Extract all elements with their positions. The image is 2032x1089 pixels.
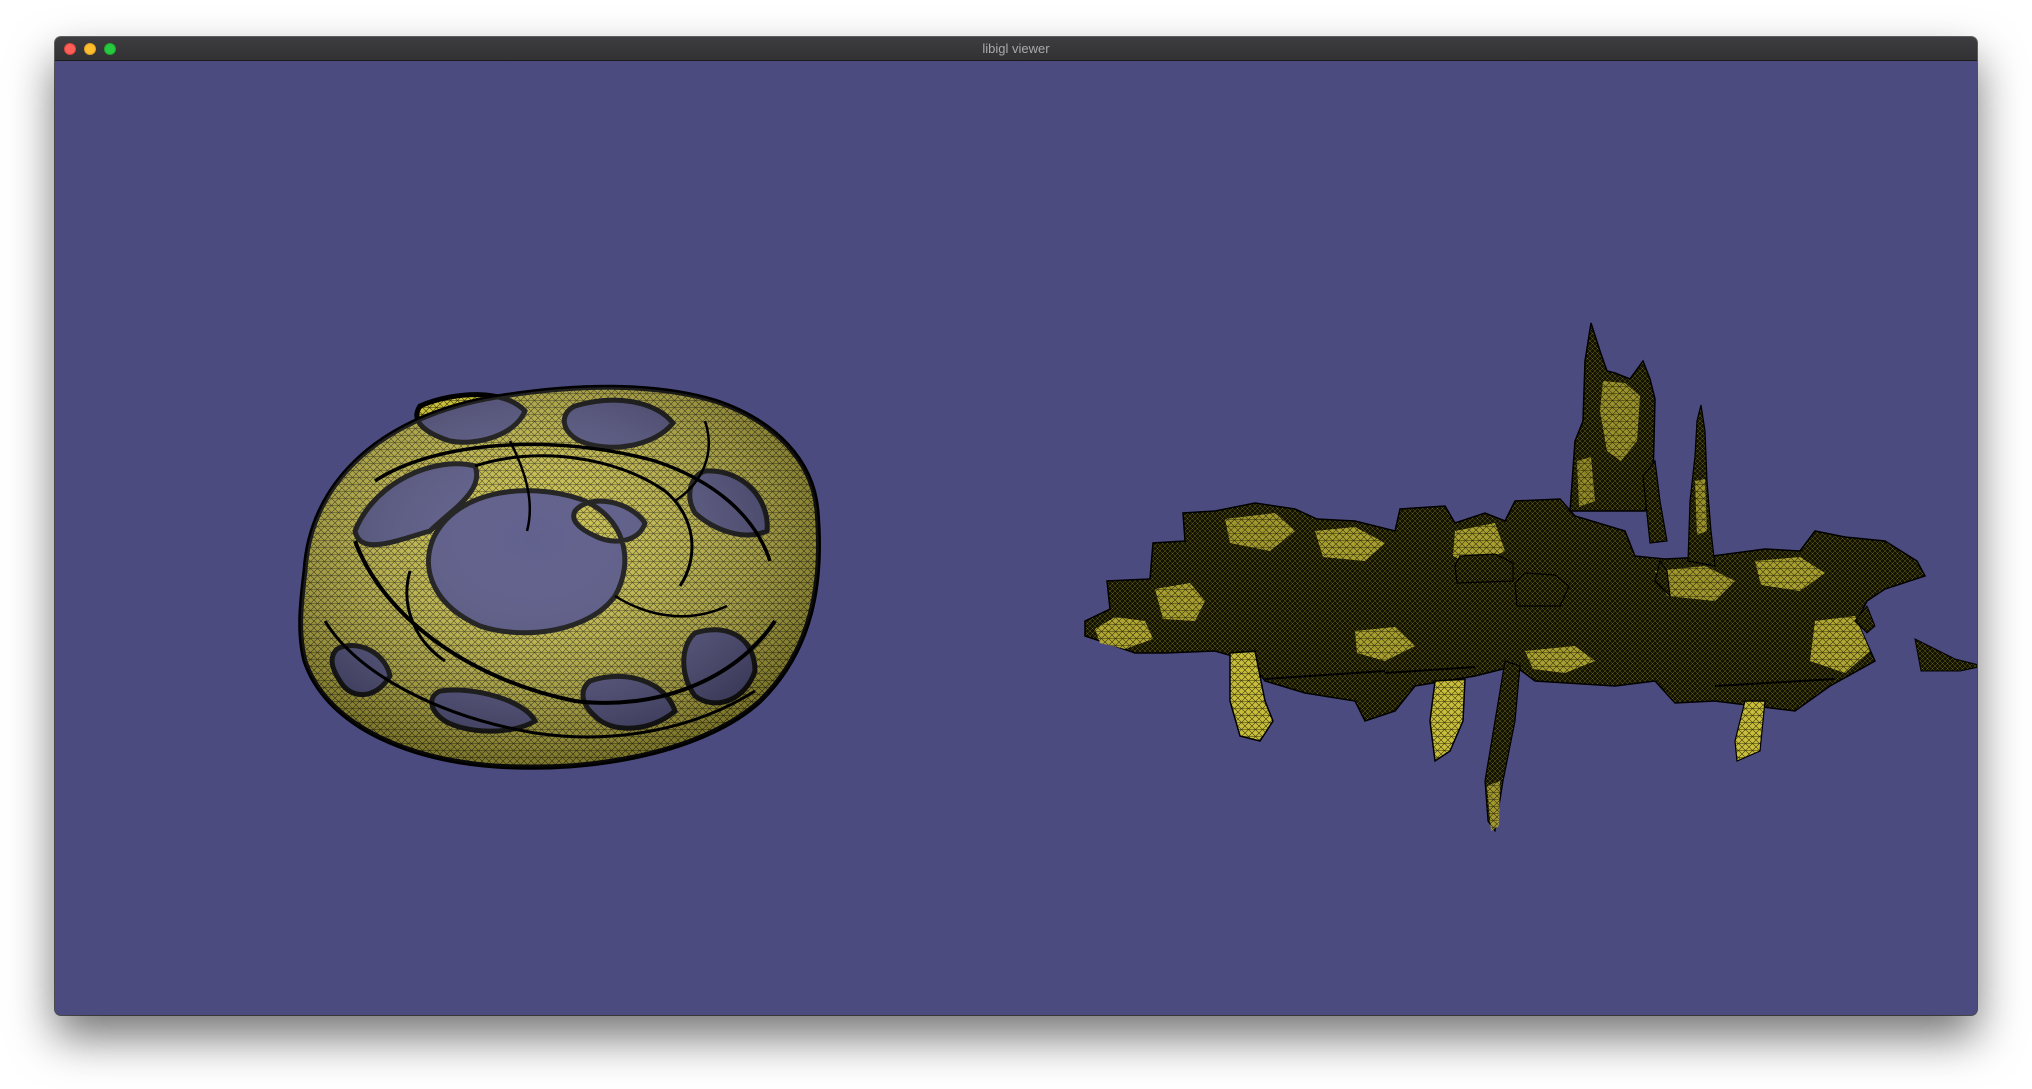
twisted-ring-mesh[interactable] xyxy=(298,384,821,770)
window-title: libigl viewer xyxy=(982,41,1050,56)
viewer-window[interactable]: libigl viewer xyxy=(55,37,1977,1015)
city-skyline-mesh[interactable] xyxy=(1084,322,1977,833)
desktop: libigl viewer xyxy=(0,0,2032,1089)
3d-viewport[interactable] xyxy=(55,61,1977,1015)
viewport-canvas[interactable] xyxy=(55,61,1977,1015)
title-bar[interactable]: libigl viewer xyxy=(55,37,1977,61)
